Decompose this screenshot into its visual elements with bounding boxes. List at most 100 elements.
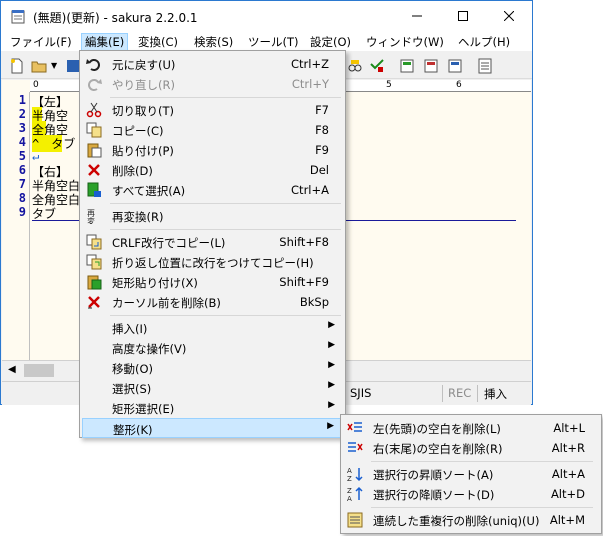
submenu-arrow-icon: ▶: [328, 380, 335, 390]
svg-text:変: 変: [87, 216, 95, 224]
menu-item-insert[interactable]: 挿入(I) ▶: [82, 318, 343, 338]
menu-item-uniq[interactable]: 連続した重複行の削除(uniq)(U) Alt+M: [343, 510, 599, 530]
menu-edit[interactable]: 編集(E): [81, 33, 129, 51]
menu-item-copy-crlf[interactable]: CRLF改行でコピー(L) Shift+F8: [82, 232, 343, 252]
window-title: (無題)(更新) - sakura 2.2.0.1: [33, 11, 198, 25]
menu-separator: [371, 461, 593, 462]
menu-item-redo[interactable]: やり直し(R) Ctrl+Y: [82, 74, 343, 94]
menu-convert[interactable]: 変換(C): [135, 33, 181, 51]
svg-text:Z: Z: [347, 475, 352, 482]
menu-item-rtrim[interactable]: 右(末尾)の空白を削除(R) Alt+R: [343, 438, 599, 458]
line-number-gutter: 1 2 3 4 5 6 7 8 9: [2, 92, 30, 360]
copy-crlf-icon: [86, 234, 102, 250]
open-folder-icon[interactable]: [31, 58, 47, 74]
submenu-arrow-icon: ▶: [328, 320, 335, 330]
rtrim-icon: [348, 442, 363, 452]
close-icon: [504, 11, 514, 21]
status-rec: REC: [448, 386, 472, 400]
menu-item-paste[interactable]: 貼り付け(P) F9: [82, 140, 343, 160]
menu-separator: [110, 203, 341, 204]
menu-help[interactable]: ヘルプ(H): [455, 33, 513, 51]
delete-x-icon: [88, 164, 100, 176]
line-number: 4: [18, 135, 26, 149]
menu-item-advanced[interactable]: 高度な操作(V) ▶: [82, 338, 343, 358]
menu-item-undo[interactable]: 元に戻す(U) Ctrl+Z: [82, 54, 343, 74]
compare-icon[interactable]: [447, 58, 463, 74]
replace-icon[interactable]: [347, 58, 363, 74]
redo-icon: [88, 79, 102, 91]
menu-item-box-select[interactable]: 矩形選択(E) ▶: [82, 398, 343, 418]
status-encoding: SJIS: [350, 386, 372, 400]
select-all-icon: [87, 182, 101, 197]
menu-item-box-paste[interactable]: 矩形貼り付け(X) Shift+F9: [82, 272, 343, 292]
line-number: 3: [18, 121, 26, 135]
menu-separator: [110, 315, 341, 316]
menu-item-format[interactable]: 整形(K) ▶: [82, 418, 343, 438]
svg-text:A: A: [347, 467, 352, 475]
svg-text:A: A: [347, 495, 352, 502]
submenu-arrow-icon: ▶: [328, 340, 335, 350]
menu-item-copy-wrap[interactable]: 折り返し位置に改行をつけてコピー(H): [82, 252, 343, 272]
menu-item-ltrim[interactable]: 左(先頭)の空白を削除(L) Alt+L: [343, 418, 599, 438]
maximize-icon: [458, 11, 468, 21]
scroll-thumb[interactable]: [24, 364, 54, 377]
tag-jump-icon[interactable]: [423, 58, 439, 74]
menu-item-delete[interactable]: 削除(D) Del: [82, 160, 343, 180]
line-number: 8: [18, 191, 26, 205]
submenu-arrow-icon: ▶: [327, 421, 334, 431]
edit-menu: 元に戻す(U) Ctrl+Z やり直し(R) Ctrl+Y 切り取り(T) F7…: [79, 50, 346, 438]
menu-item-sort-asc[interactable]: AZ 選択行の昇順ソート(A) Alt+A: [343, 464, 599, 484]
ruler-mark: 6: [456, 80, 462, 90]
menu-item-backspace[interactable]: カーソル前を削除(B) BkSp: [82, 292, 343, 312]
notepad-icon: [11, 10, 25, 24]
menu-separator: [110, 229, 341, 230]
submenu-arrow-icon: ▶: [328, 400, 335, 410]
menu-item-reconvert[interactable]: 再変 再変換(R): [82, 206, 343, 226]
copy-wrap-icon: [86, 254, 102, 270]
menu-file[interactable]: ファイル(F): [7, 33, 75, 51]
minimize-button[interactable]: [394, 1, 440, 31]
line-number: 5: [18, 149, 26, 163]
box-paste-icon: [87, 275, 102, 290]
menu-item-select[interactable]: 選択(S) ▶: [82, 378, 343, 398]
menu-item-copy[interactable]: コピー(C) F8: [82, 120, 343, 140]
menu-item-cut[interactable]: 切り取り(T) F7: [82, 100, 343, 120]
line-number: 6: [18, 163, 26, 177]
maximize-button[interactable]: [440, 1, 486, 31]
menu-tools[interactable]: ツール(T): [245, 33, 302, 51]
line-number: 9: [18, 205, 26, 219]
grep-icon[interactable]: [399, 58, 415, 74]
menu-window[interactable]: ウィンドウ(W): [363, 33, 447, 51]
clipboard-icon: [87, 143, 102, 158]
reconvert-icon: 再変: [87, 209, 95, 224]
svg-text:Z: Z: [347, 487, 352, 495]
line-number: 1: [18, 93, 26, 107]
scroll-left-icon[interactable]: ◀: [8, 364, 16, 375]
menu-settings[interactable]: 設定(O): [307, 33, 354, 51]
status-divider: [477, 385, 478, 402]
jump-icon[interactable]: [369, 58, 385, 74]
ruler-mark: 5: [386, 80, 392, 90]
backspace-x-icon: [88, 296, 100, 309]
minimize-icon: [412, 15, 422, 17]
copy-icon: [86, 122, 102, 138]
status-divider: [442, 385, 443, 402]
menu-item-select-all[interactable]: すべて選択(A) Ctrl+A: [82, 180, 343, 200]
ltrim-icon: [347, 422, 362, 432]
sort-ascending-icon: AZ: [347, 467, 363, 482]
line-number: 7: [18, 177, 26, 191]
submenu-arrow-icon: ▶: [328, 360, 335, 370]
scissors-icon: [86, 102, 102, 118]
menu-item-sort-desc[interactable]: ZA 選択行の降順ソート(D) Alt+D: [343, 484, 599, 504]
close-button[interactable]: [486, 1, 532, 31]
undo-icon: [86, 59, 100, 71]
outline-icon[interactable]: [477, 58, 493, 74]
new-file-icon[interactable]: [9, 58, 25, 74]
code-line: ↵: [32, 149, 40, 163]
format-submenu: 左(先頭)の空白を削除(L) Alt+L 右(末尾)の空白を削除(R) Alt+…: [340, 414, 602, 534]
status-mode: 挿入: [484, 387, 507, 401]
title-bar[interactable]: (無題)(更新) - sakura 2.2.0.1: [1, 1, 532, 31]
menu-search[interactable]: 検索(S): [191, 33, 236, 51]
menu-separator: [110, 97, 341, 98]
menu-item-move[interactable]: 移動(O) ▶: [82, 358, 343, 378]
